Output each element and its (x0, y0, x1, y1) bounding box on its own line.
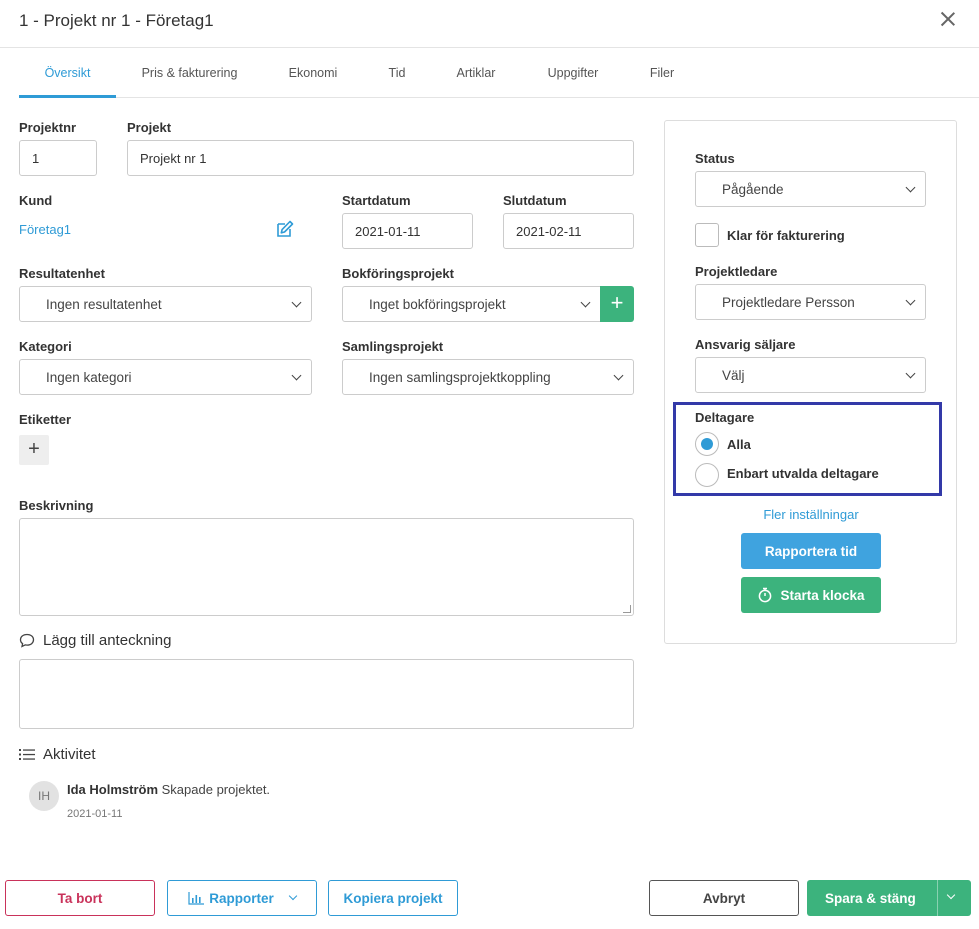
reports-label: Rapporter (209, 890, 274, 906)
activity-heading-text: Aktivitet (43, 746, 96, 763)
deltagare-label: Deltagare (695, 410, 755, 425)
edit-icon[interactable] (276, 220, 294, 238)
kund-link[interactable]: Företag1 (19, 222, 71, 237)
stopwatch-icon (759, 587, 772, 603)
delete-button[interactable]: Ta bort (5, 880, 155, 916)
startdatum-input[interactable]: 2021-01-11 (342, 213, 473, 249)
bokforingsprojekt-label: Bokföringsprojekt (342, 266, 454, 281)
samlingsprojekt-select[interactable]: Ingen samlingsprojektkoppling (342, 359, 634, 395)
klar-fakturering-checkbox[interactable] (695, 223, 719, 247)
starta-klocka-button[interactable]: Starta klocka (741, 577, 881, 613)
kategori-value: Ingen kategori (46, 369, 132, 385)
saljare-label: Ansvarig säljare (695, 337, 796, 352)
kategori-label: Kategori (19, 339, 72, 354)
klar-fakturering-label: Klar för fakturering (727, 228, 845, 243)
cancel-button[interactable]: Avbryt (649, 880, 799, 916)
save-close-button[interactable]: Spara & stäng (807, 880, 971, 916)
tab-ekonomi[interactable]: Ekonomi (281, 49, 345, 97)
tab-pris-fakturering[interactable]: Pris & fakturering (127, 49, 252, 97)
status-select[interactable]: Pågående (695, 171, 926, 207)
startdatum-label: Startdatum (342, 193, 411, 208)
activity-date: 2021-01-11 (67, 808, 123, 820)
chevron-down-icon[interactable] (288, 891, 297, 901)
tab-oversikt[interactable]: Översikt (19, 49, 116, 98)
projektledare-label: Projektledare (695, 264, 778, 279)
projektledare-value: Projektledare Persson (722, 294, 855, 310)
kund-label: Kund (19, 193, 53, 208)
note-input[interactable] (19, 659, 634, 729)
samlingsprojekt-label: Samlingsprojekt (342, 339, 444, 354)
tab-filer[interactable]: Filer (641, 49, 683, 97)
tab-artiklar[interactable]: Artiklar (447, 49, 505, 97)
notes-heading-text: Lägg till anteckning (43, 632, 172, 649)
bokforingsprojekt-select[interactable]: Inget bokföringsprojekt (342, 286, 601, 322)
chevron-down-icon (905, 182, 916, 193)
saljare-value: Välj (722, 367, 745, 383)
resize-handle[interactable] (623, 605, 631, 613)
kategori-select[interactable]: Ingen kategori (19, 359, 312, 395)
activity-text: Skapade projektet. (161, 782, 271, 797)
comment-icon (19, 633, 35, 648)
close-icon[interactable] (939, 10, 957, 28)
projektnr-input[interactable]: 1 (19, 140, 97, 176)
list-icon (19, 749, 35, 760)
deltagare-alla-label: Alla (727, 437, 751, 452)
split-divider (937, 880, 938, 916)
starta-klocka-label: Starta klocka (780, 587, 865, 603)
activity-entry: Ida Holmström Skapade projektet. (67, 782, 270, 797)
tab-bar: Översikt Pris & fakturering Ekonomi Tid … (19, 49, 979, 98)
tab-tid[interactable]: Tid (379, 49, 415, 97)
fler-installningar-link[interactable]: Fler inställningar (741, 507, 881, 522)
rapportera-tid-button[interactable]: Rapportera tid (741, 533, 881, 569)
projekt-label: Projekt (127, 120, 172, 135)
reports-button[interactable]: Rapporter (167, 880, 317, 916)
deltagare-utvalda-label: Enbart utvalda deltagare (727, 466, 879, 481)
status-value: Pågående (722, 181, 784, 197)
samlingsprojekt-value: Ingen samlingsprojektkoppling (369, 369, 551, 385)
bar-chart-icon (188, 891, 205, 905)
save-close-label: Spara & stäng (825, 890, 916, 906)
resultatenhet-label: Resultatenhet (19, 266, 105, 281)
beskrivning-label: Beskrivning (19, 498, 94, 513)
beskrivning-textarea[interactable] (19, 518, 634, 616)
resultatenhet-select[interactable]: Ingen resultatenhet (19, 286, 312, 322)
slutdatum-input[interactable]: 2021-02-11 (503, 213, 634, 249)
chevron-down-icon (291, 370, 302, 381)
chevron-down-icon (613, 370, 624, 381)
projektledare-select[interactable]: Projektledare Persson (695, 284, 926, 320)
chevron-down-icon (580, 297, 591, 308)
bokforingsprojekt-value: Inget bokföringsprojekt (369, 296, 506, 312)
activity-user: Ida Holmström (67, 782, 159, 797)
deltagare-utvalda-radio[interactable] (695, 463, 719, 487)
add-tag-button[interactable]: + (19, 435, 49, 465)
notes-heading: Lägg till anteckning (19, 632, 171, 649)
add-bokforingsprojekt-button[interactable]: + (600, 286, 634, 322)
deltagare-alla-radio[interactable] (695, 432, 719, 456)
copy-project-button[interactable]: Kopiera projekt (328, 880, 458, 916)
saljare-select[interactable]: Välj (695, 357, 926, 393)
modal-title: 1 - Projekt nr 1 - Företag1 (19, 11, 214, 30)
modal-header: 1 - Projekt nr 1 - Företag1 (0, 0, 979, 48)
chevron-down-icon[interactable] (946, 890, 956, 900)
avatar: IH (29, 781, 59, 811)
projekt-input[interactable]: Projekt nr 1 (127, 140, 634, 176)
tab-uppgifter[interactable]: Uppgifter (539, 49, 607, 97)
chevron-down-icon (905, 295, 916, 306)
activity-heading: Aktivitet (19, 746, 96, 763)
status-label: Status (695, 151, 735, 166)
projektnr-label: Projektnr (19, 120, 77, 135)
chevron-down-icon (905, 368, 916, 379)
resultatenhet-value: Ingen resultatenhet (46, 296, 162, 312)
chevron-down-icon (291, 297, 302, 308)
slutdatum-label: Slutdatum (503, 193, 567, 208)
etiketter-label: Etiketter (19, 412, 72, 427)
